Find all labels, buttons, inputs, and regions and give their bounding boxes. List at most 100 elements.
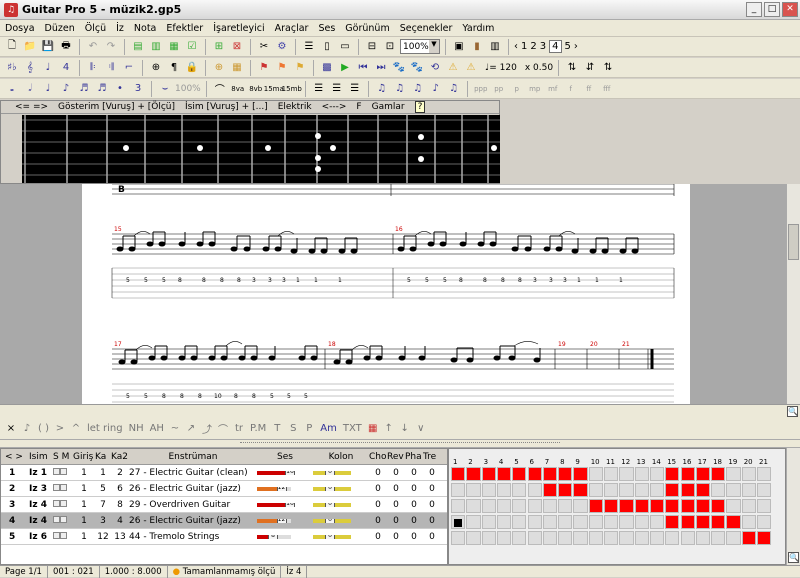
- timeline-cell[interactable]: [512, 499, 527, 513]
- chorus-value[interactable]: 0: [369, 532, 387, 542]
- remove-track-icon[interactable]: ⊠: [229, 39, 245, 55]
- timeline-cell[interactable]: [588, 467, 603, 481]
- dynamic-mf-icon[interactable]: mf: [545, 81, 561, 97]
- timeline-cell[interactable]: [573, 531, 588, 545]
- timeline-cell[interactable]: [527, 531, 542, 545]
- new-file-icon[interactable]: 🗋: [4, 39, 20, 55]
- zoom-icon[interactable]: 🔍: [787, 406, 798, 417]
- timeline-cell[interactable]: [604, 499, 619, 513]
- accent-icon[interactable]: >: [55, 423, 65, 434]
- chord-diagram-icon[interactable]: Am: [320, 423, 337, 434]
- dead-note-icon[interactable]: ×: [6, 423, 16, 434]
- timeline-cell[interactable]: [665, 531, 680, 545]
- timeline-cell[interactable]: [481, 467, 496, 481]
- timeline-cell[interactable]: [542, 515, 558, 529]
- menu-bar-measure[interactable]: Ölçü: [80, 23, 111, 34]
- repeat-close-icon[interactable]: 𝄇: [103, 60, 119, 76]
- slap-icon[interactable]: S: [288, 423, 298, 434]
- timeline-cell[interactable]: [512, 531, 527, 545]
- track-channel-effects[interactable]: 2: [111, 468, 129, 478]
- track-name[interactable]: İz 4: [29, 500, 53, 510]
- timeline-cell[interactable]: [588, 483, 603, 497]
- forward-icon[interactable]: ⏭: [373, 60, 389, 76]
- minimize-button[interactable]: _: [746, 2, 762, 17]
- quindicesima-bassa-icon[interactable]: 15mb: [282, 81, 302, 97]
- rest-icon[interactable]: ♫: [374, 81, 390, 97]
- reverb-value[interactable]: 0: [387, 500, 405, 510]
- timeline-cell[interactable]: [665, 515, 680, 529]
- let-ring-icon[interactable]: let ring: [87, 423, 123, 434]
- chorus-value[interactable]: 0: [369, 516, 387, 526]
- play-icon[interactable]: ▶: [337, 60, 353, 76]
- timeline-cell[interactable]: [757, 467, 772, 481]
- track-channel-effects[interactable]: 13: [111, 532, 129, 542]
- volume-slider[interactable]: 8: [257, 534, 313, 539]
- phaser-value[interactable]: 0: [405, 484, 423, 494]
- timeline-cell[interactable]: [527, 499, 542, 513]
- timeline-cell[interactable]: [695, 515, 711, 529]
- paragraph-icon[interactable]: ¶: [166, 60, 182, 76]
- key-signature-icon[interactable]: ♩: [40, 60, 56, 76]
- menu-track[interactable]: İz: [111, 23, 129, 34]
- timeline-cell[interactable]: [542, 499, 558, 513]
- timeline-cell[interactable]: [711, 483, 726, 497]
- pop-icon[interactable]: P: [304, 423, 314, 434]
- page-3[interactable]: 3: [540, 41, 546, 52]
- zoom-select[interactable]: 100% ▼: [400, 39, 440, 54]
- marker-icon[interactable]: ▦: [229, 60, 245, 76]
- phaser-value[interactable]: 0: [405, 532, 423, 542]
- timeline-cell[interactable]: [634, 531, 649, 545]
- phaser-value[interactable]: 0: [405, 500, 423, 510]
- fretboard-key[interactable]: F: [356, 102, 361, 112]
- timeline-cell[interactable]: [496, 467, 512, 481]
- lock-icon[interactable]: 🔒: [184, 60, 200, 76]
- timeline-cell[interactable]: [466, 515, 481, 529]
- timeline-cell[interactable]: [649, 499, 665, 513]
- fretboard[interactable]: [22, 115, 500, 183]
- timeline-cell[interactable]: [496, 531, 512, 545]
- timeline-cell[interactable]: [619, 531, 634, 545]
- open-folder-icon[interactable]: 📁: [22, 39, 38, 55]
- timeline-cell[interactable]: [634, 499, 649, 513]
- sharp-flat-icon[interactable]: ♯♭: [4, 60, 20, 76]
- solo-mute-buttons[interactable]: [53, 531, 73, 542]
- countdown-icon[interactable]: ⚠: [463, 60, 479, 76]
- timeline-cell[interactable]: [481, 483, 496, 497]
- timeline-cell[interactable]: [573, 499, 588, 513]
- loop-icon[interactable]: ⟲: [427, 60, 443, 76]
- single-track-icon[interactable]: ⊡: [382, 39, 398, 55]
- timeline-cell[interactable]: [726, 467, 741, 481]
- alternate-ending-icon[interactable]: ⌐: [121, 60, 137, 76]
- track-channel[interactable]: 12: [95, 532, 111, 542]
- track-port[interactable]: 1: [73, 484, 95, 494]
- whole-note-icon[interactable]: 𝅝: [4, 81, 20, 97]
- timeline-cell[interactable]: [573, 515, 588, 529]
- menu-options[interactable]: Seçenekler: [395, 23, 458, 34]
- timeline-cell[interactable]: [588, 515, 603, 529]
- fretboard-help-icon[interactable]: ?: [414, 101, 426, 113]
- chord-icon[interactable]: ♫: [446, 81, 462, 97]
- track-channel-effects[interactable]: 4: [111, 516, 129, 526]
- tracks-nav[interactable]: < >: [1, 452, 29, 462]
- track-instrument[interactable]: 29 - Overdriven Guitar: [129, 500, 257, 510]
- timeline-cell[interactable]: [466, 467, 481, 481]
- timeline-cell[interactable]: [680, 483, 695, 497]
- timeline-cell[interactable]: [619, 499, 634, 513]
- flag-orange-icon[interactable]: ⚑: [274, 60, 290, 76]
- timeline-cell[interactable]: [680, 515, 695, 529]
- delete-bar-icon[interactable]: ▦: [166, 39, 182, 55]
- page-1[interactable]: 1: [521, 41, 527, 52]
- mixer-change-icon[interactable]: ▦: [368, 423, 378, 434]
- timeline-cell[interactable]: [512, 467, 527, 481]
- reverb-value[interactable]: 0: [387, 468, 405, 478]
- paw-icon[interactable]: 🐾: [391, 60, 407, 76]
- timeline-cell[interactable]: [573, 467, 588, 481]
- fretboard-name-select[interactable]: İsim [Vuruş] + [...]: [185, 102, 268, 112]
- stroke-down-icon[interactable]: ↓: [400, 423, 410, 434]
- tap-icon[interactable]: T: [272, 423, 282, 434]
- menu-tools[interactable]: Araçlar: [270, 23, 314, 34]
- timeline-cell[interactable]: [757, 499, 772, 513]
- track-row[interactable]: 1 İz 1 1 1 2 27 - Electric Guitar (clean…: [1, 465, 447, 481]
- insert-bar-icon[interactable]: ▤: [130, 39, 146, 55]
- chorus-value[interactable]: 0: [369, 500, 387, 510]
